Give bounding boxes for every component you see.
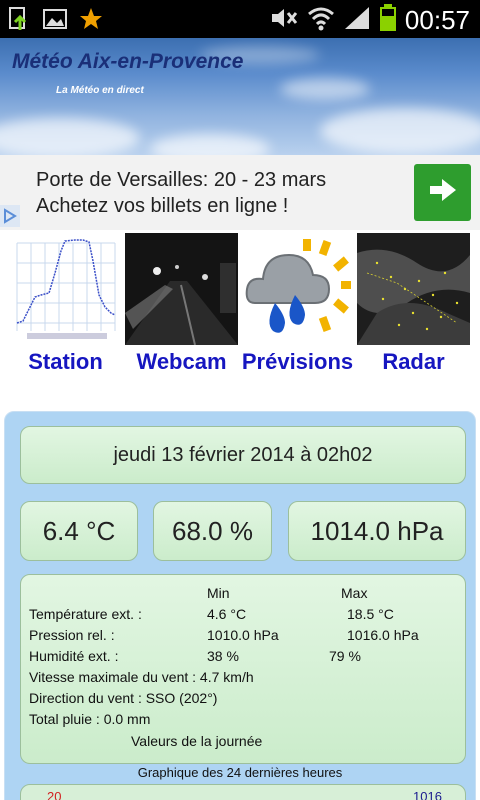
humidity-value: 68.0 % [153,501,272,561]
graph-right-value: 1016 [413,789,442,800]
nav-station-link[interactable]: Station [9,349,122,375]
ad-text-line1: Porte de Versailles: 20 - 23 mars [36,169,327,191]
site-subtitle: La Météo en direct [56,85,144,96]
summary-row-min: 4.6 °C [207,606,247,622]
mute-icon [269,5,299,36]
temperature-value: 6.4 °C [20,501,138,561]
nav-radar-link[interactable]: Radar [357,349,470,375]
summary-row-max: 18.5 °C [347,606,394,622]
ad-text-line2: Achetez vos billets en ligne ! [36,195,289,217]
summary-row-label: Humidité ext. : [29,648,119,664]
download-icon [8,6,32,37]
ad-banner[interactable]: Porte de Versailles: 20 - 23 mars Achete… [0,155,480,230]
summary-row-label: Pression rel. : [29,627,115,643]
webcam-thumbnail[interactable] [125,233,238,345]
summary-row-min: 1010.0 hPa [207,627,279,643]
header-banner[interactable]: Météo Aix-en-Provence La Météo en direct [0,38,480,155]
site-title: Météo Aix-en-Provence [12,50,244,73]
summary-row-max: 1016.0 hPa [347,627,419,643]
pressure-value: 1014.0 hPa [288,501,466,561]
summary-row-min: 38 % [207,648,239,664]
summary-header-max: Max [341,585,368,601]
image-icon [42,6,68,37]
graph-left-value: 20 [47,789,62,800]
rain-total: Total pluie : 0.0 mm [29,711,151,727]
status-bar: 00:57 [0,0,480,38]
summary-row-label: Température ext. : [29,606,142,622]
wind-direction: Direction du vent : SSO (202°) [29,690,218,706]
forecast-thumbnail[interactable] [241,233,354,345]
summary-header-min: Min [207,585,230,601]
wifi-icon [307,5,335,36]
arrow-right-icon [428,177,458,208]
star-icon [78,6,104,37]
observation-datetime: jeudi 13 février 2014 à 02h02 [20,426,466,484]
station-graph-thumbnail[interactable] [9,233,122,345]
graph-caption: Graphique des 24 dernières heures [137,765,343,780]
wind-max-speed: Vitesse maximale du vent : 4.7 km/h [29,669,254,685]
signal-icon [343,5,371,36]
radar-thumbnail[interactable] [357,233,470,345]
graph-24h[interactable]: 20 1016 [20,784,466,800]
daily-summary: Min Max Température ext. : 4.6 °C 18.5 °… [20,574,466,764]
summary-footer: Valeurs de la journée [131,733,263,749]
nav-webcam-link[interactable]: Webcam [125,349,238,375]
battery-icon [379,4,397,37]
clock: 00:57 [404,5,470,35]
nav-previsions-link[interactable]: Prévisions [236,349,359,375]
ad-go-button[interactable] [414,164,471,221]
adchoices-icon[interactable] [0,205,20,227]
summary-row-max: 79 % [329,648,361,664]
